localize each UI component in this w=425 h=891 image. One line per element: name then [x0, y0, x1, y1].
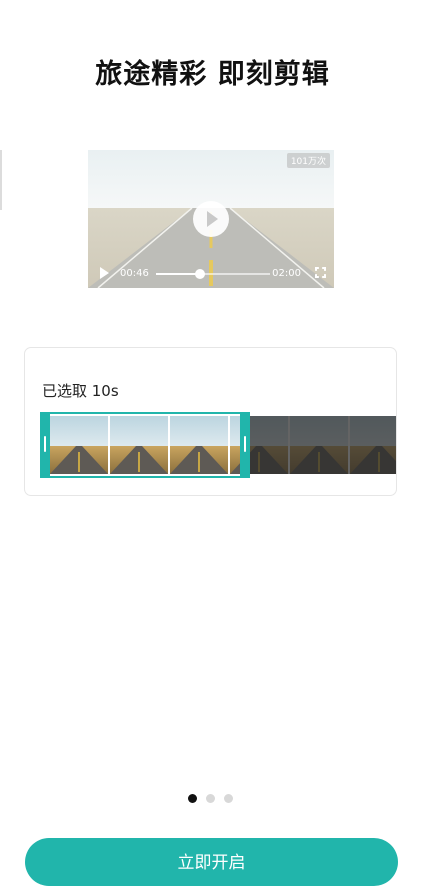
- clip-selection-card: 已选取 10s: [24, 347, 397, 496]
- control-play-icon[interactable]: [100, 267, 109, 279]
- video-controls: 00:46 02:00: [88, 258, 334, 288]
- fullscreen-icon[interactable]: [315, 267, 326, 278]
- unselected-overlay: [250, 416, 396, 474]
- progress-knob[interactable]: [194, 269, 205, 279]
- views-badge: 101万次: [286, 153, 330, 168]
- progress-track[interactable]: [156, 269, 270, 279]
- selection-label: 已选取 10s: [42, 382, 119, 400]
- page-dot[interactable]: [206, 794, 215, 803]
- page-title: 旅途精彩 即刻剪辑: [95, 59, 330, 90]
- page-dot[interactable]: [188, 794, 197, 803]
- selection-window[interactable]: [40, 412, 250, 478]
- edge-divider: [0, 150, 2, 210]
- total-time: 02:00: [272, 268, 301, 279]
- thumbnail-strip[interactable]: [40, 412, 396, 478]
- start-button[interactable]: 立即开启: [25, 838, 398, 886]
- page-dot[interactable]: [224, 794, 233, 803]
- current-time: 00:46: [120, 268, 149, 279]
- trim-handle-right[interactable]: [240, 412, 250, 478]
- trim-handle-left[interactable]: [40, 412, 50, 478]
- progress-fill: [156, 273, 200, 275]
- video-preview[interactable]: 101万次 00:46 02:00: [88, 150, 334, 288]
- play-icon[interactable]: [193, 201, 229, 237]
